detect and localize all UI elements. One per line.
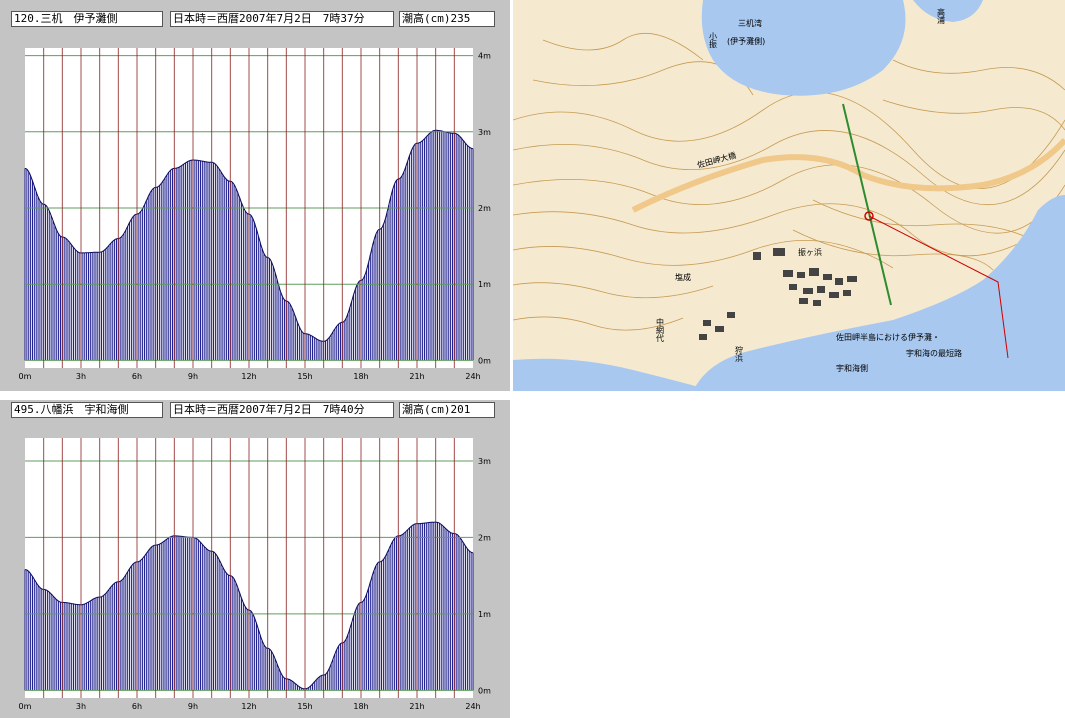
x-tick-label: 0m (19, 702, 32, 711)
y-tick-label: 3m (478, 128, 491, 137)
tide-chart-yawatahama: 0m 1m 2m 3m 0m 3h 6h 9h 12h 15h 18h 21h 24h (19, 438, 491, 711)
x-tick-label: 24h (465, 702, 480, 711)
x-tick-label: 12h (241, 702, 256, 711)
x-tick-label: 3h (76, 702, 86, 711)
map-label-takaura: 高浦 (937, 7, 946, 25)
map-note-line1: 佐田岬半島における伊予灘・ (836, 332, 940, 342)
x-tick-label: 18h (353, 702, 368, 711)
map-label-nakaamishiro: 中網代 (656, 317, 665, 343)
x-tick-label: 3h (76, 372, 86, 381)
map-label-kofuri: 小振 (709, 32, 718, 49)
map-note-line2: 宇和海の最短路 (906, 348, 962, 358)
tide-chart-panel-mitsukue: 120.三机 伊予灘側 日本時＝西暦2007年7月2日 7時37分 潮高(cm)… (0, 0, 510, 391)
map-label-shiojo: 塩成 (675, 272, 691, 282)
x-tick-label: 21h (409, 372, 424, 381)
map-label-bay: 三机湾 (738, 18, 762, 28)
y-tick-label: 0m (478, 356, 491, 365)
y-tick-label: 3m (478, 457, 491, 466)
y-tick-label: 2m (478, 533, 491, 542)
x-tick-label: 21h (409, 702, 424, 711)
y-tick-label: 1m (478, 610, 491, 619)
map-label-karihama: 狩浜 (735, 345, 744, 363)
map-label-furikohama: 振ヶ浜 (798, 247, 822, 257)
x-tick-label: 15h (297, 702, 312, 711)
y-tick-label: 0m (478, 686, 491, 695)
x-tick-label: 6h (132, 702, 142, 711)
x-tick-label: 9h (188, 372, 198, 381)
y-tick-label: 4m (478, 52, 491, 61)
y-tick-label: 2m (478, 204, 491, 213)
x-tick-label: 12h (241, 372, 256, 381)
tide-chart-panel-yawatahama: 495.八幡浜 宇和海側 日本時＝西暦2007年7月2日 7時40分 潮高(cm… (0, 400, 510, 718)
x-tick-label: 24h (465, 372, 480, 381)
x-tick-label: 6h (132, 372, 142, 381)
map-label-uwakai: 宇和海側 (836, 363, 868, 373)
x-tick-label: 0m (19, 372, 32, 381)
map-label-bay-sub: (伊予灘側) (727, 36, 765, 46)
y-tick-label: 1m (478, 280, 491, 289)
tide-chart-mitsukue: 0m 1m 2m 3m 4m 0m 3h 6h 9h 12h 15h 18h 21h 24h (19, 48, 491, 381)
topographic-map: 三机湾 (伊予灘側) 小振 高浦 塩成 振ヶ浜 中網代 狩浜 佐田岬大橋 佐田岬… (513, 0, 1065, 391)
x-tick-label: 18h (353, 372, 368, 381)
x-tick-label: 15h (297, 372, 312, 381)
x-tick-label: 9h (188, 702, 198, 711)
